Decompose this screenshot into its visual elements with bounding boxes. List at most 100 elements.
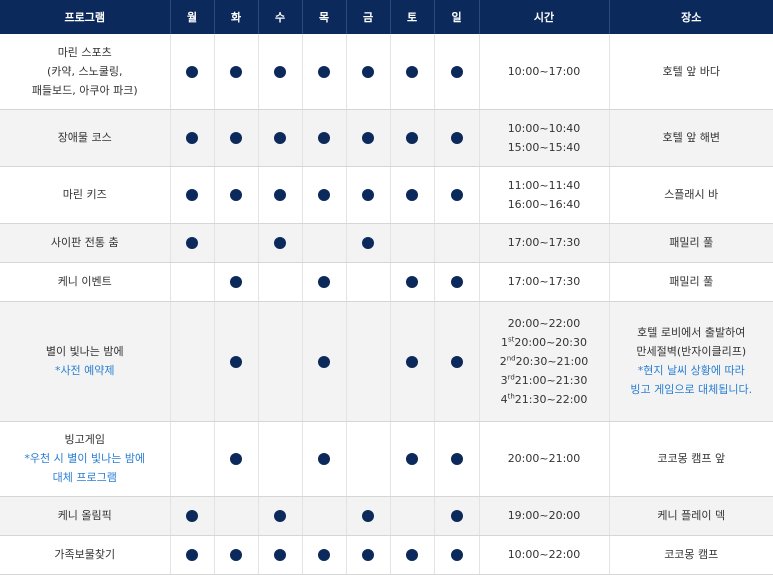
header-row: 프로그램 월 화 수 목 금 토 일 시간 장소 xyxy=(0,0,773,34)
scheduled-dot-icon xyxy=(451,276,463,288)
day-cell-mon xyxy=(170,535,214,574)
header-day-sat: 토 xyxy=(390,0,434,34)
table-row: 케니 올림픽 19:00~20:00 케니 플레이 덱 xyxy=(0,496,773,535)
day-cell-sun xyxy=(434,262,479,301)
day-cell-thu xyxy=(302,496,346,535)
program-cell: 마린 스포츠(카약, 스노쿨링,패들보드, 아쿠아 파크) xyxy=(0,34,170,109)
day-cell-thu xyxy=(302,535,346,574)
day-cell-sun xyxy=(434,223,479,262)
time-slot: 3rd21:00~21:30 xyxy=(480,371,609,390)
day-cell-mon xyxy=(170,262,214,301)
program-cell: 빙고게임*우천 시 별이 빛나는 밤에대체 프로그램 xyxy=(0,421,170,496)
time-slot: 20:00~22:00 xyxy=(480,314,609,333)
day-cell-fri xyxy=(346,421,390,496)
time-cell: 17:00~17:30 xyxy=(479,223,609,262)
scheduled-dot-icon xyxy=(274,549,286,561)
day-cell-fri xyxy=(346,535,390,574)
program-name: 가족보물찾기 xyxy=(0,545,170,564)
location-note: *현지 날씨 상황에 따라 xyxy=(610,361,773,380)
time-range: 20:00~20:30 xyxy=(514,336,587,349)
day-cell-wed xyxy=(258,223,302,262)
program-name: 패들보드, 아쿠아 파크) xyxy=(0,81,170,100)
program-cell: 마린 키즈 xyxy=(0,166,170,223)
program-note: *우천 시 별이 빛나는 밤에 xyxy=(0,449,170,468)
time-range: 20:00~21:00 xyxy=(508,452,581,465)
ordinal-suffix: rd xyxy=(508,373,515,381)
table-row: 케니 이벤트17:00~17:30패밀리 풀 xyxy=(0,262,773,301)
program-name: 마린 키즈 xyxy=(0,185,170,204)
time-cell: 10:00~22:00 xyxy=(479,535,609,574)
day-cell-wed xyxy=(258,301,302,421)
program-cell: 장애물 코스 xyxy=(0,109,170,166)
day-cell-thu xyxy=(302,301,346,421)
program-name: 케니 올림픽 xyxy=(0,506,170,525)
day-cell-sat xyxy=(390,301,434,421)
time-range: 21:00~21:30 xyxy=(515,374,588,387)
location-cell: 호텔 앞 바다 xyxy=(609,34,773,109)
day-cell-tue xyxy=(214,262,258,301)
time-cell: 19:00~20:00 xyxy=(479,496,609,535)
program-name: 마린 스포츠 xyxy=(0,43,170,62)
program-name: 빙고게임 xyxy=(0,430,170,449)
day-cell-sun xyxy=(434,535,479,574)
day-cell-sat xyxy=(390,109,434,166)
time-range: 10:00~10:40 xyxy=(508,122,581,135)
time-slot: 17:00~17:30 xyxy=(480,272,609,291)
header-day-thu: 목 xyxy=(302,0,346,34)
table-row: 장애물 코스10:00~10:4015:00~15:40호텔 앞 해변 xyxy=(0,109,773,166)
schedule-body: 마린 스포츠(카약, 스노쿨링,패들보드, 아쿠아 파크) 10:00~17:00… xyxy=(0,34,773,574)
day-cell-wed xyxy=(258,34,302,109)
location-cell: 케니 플레이 덱 xyxy=(609,496,773,535)
scheduled-dot-icon xyxy=(451,66,463,78)
scheduled-dot-icon xyxy=(406,189,418,201)
time-slot: 2nd20:30~21:00 xyxy=(480,352,609,371)
table-row: 별이 빛나는 밤에*사전 예약제20:00~22:001st20:00~20:3… xyxy=(0,301,773,421)
time-range: 17:00~17:30 xyxy=(508,275,581,288)
scheduled-dot-icon xyxy=(451,549,463,561)
scheduled-dot-icon xyxy=(451,132,463,144)
day-cell-sat xyxy=(390,34,434,109)
time-range: 19:00~20:00 xyxy=(508,509,581,522)
location-name: 패밀리 풀 xyxy=(610,233,773,252)
day-cell-sat xyxy=(390,262,434,301)
location-name: 호텔 로비에서 출발하여 xyxy=(610,323,773,342)
program-cell: 케니 이벤트 xyxy=(0,262,170,301)
program-name: 장애물 코스 xyxy=(0,128,170,147)
program-cell: 별이 빛나는 밤에*사전 예약제 xyxy=(0,301,170,421)
scheduled-dot-icon xyxy=(318,453,330,465)
day-cell-tue xyxy=(214,535,258,574)
time-range: 20:00~22:00 xyxy=(508,317,581,330)
scheduled-dot-icon xyxy=(186,132,198,144)
scheduled-dot-icon xyxy=(318,66,330,78)
session-number: 3 xyxy=(501,374,508,387)
time-slot: 10:00~17:00 xyxy=(480,62,609,81)
scheduled-dot-icon xyxy=(230,276,242,288)
day-cell-mon xyxy=(170,223,214,262)
location-cell: 패밀리 풀 xyxy=(609,223,773,262)
day-cell-sun xyxy=(434,496,479,535)
scheduled-dot-icon xyxy=(230,66,242,78)
scheduled-dot-icon xyxy=(318,549,330,561)
scheduled-dot-icon xyxy=(451,510,463,522)
session-number: 1 xyxy=(501,336,508,349)
day-cell-thu xyxy=(302,223,346,262)
day-cell-tue xyxy=(214,421,258,496)
header-location: 장소 xyxy=(609,0,773,34)
day-cell-fri xyxy=(346,262,390,301)
scheduled-dot-icon xyxy=(406,549,418,561)
scheduled-dot-icon xyxy=(406,66,418,78)
scheduled-dot-icon xyxy=(406,356,418,368)
time-slot: 11:00~11:40 xyxy=(480,176,609,195)
table-row: 마린 스포츠(카약, 스노쿨링,패들보드, 아쿠아 파크) 10:00~17:00… xyxy=(0,34,773,109)
program-name: (카약, 스노쿨링, xyxy=(0,62,170,81)
program-cell: 사이판 전통 춤 xyxy=(0,223,170,262)
day-cell-tue xyxy=(214,301,258,421)
scheduled-dot-icon xyxy=(186,549,198,561)
scheduled-dot-icon xyxy=(362,510,374,522)
day-cell-thu xyxy=(302,262,346,301)
scheduled-dot-icon xyxy=(186,237,198,249)
day-cell-thu xyxy=(302,109,346,166)
scheduled-dot-icon xyxy=(230,453,242,465)
location-name: 호텔 앞 해변 xyxy=(610,128,773,147)
program-note: 대체 프로그램 xyxy=(0,468,170,487)
